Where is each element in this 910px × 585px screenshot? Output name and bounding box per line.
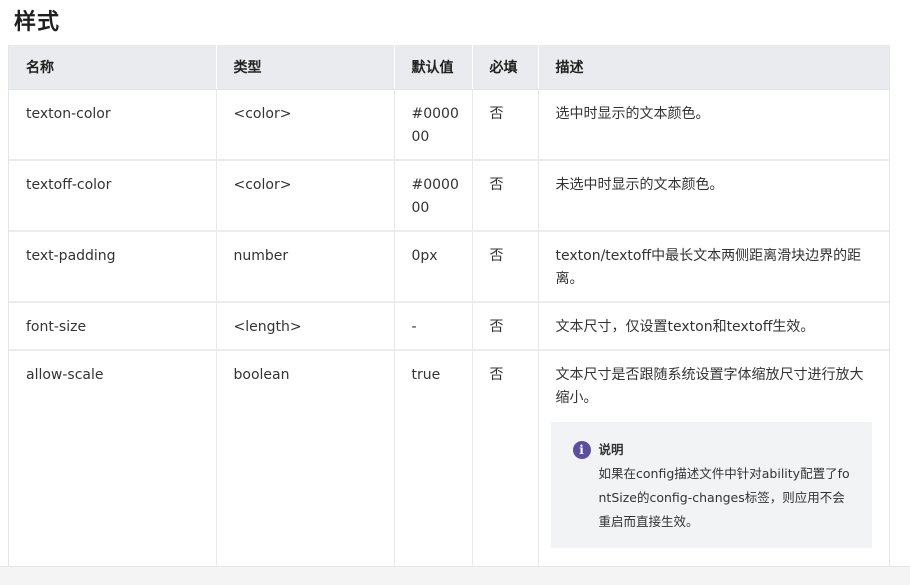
cell-description: 选中时显示的文本颜色。	[538, 89, 889, 161]
note-body: 如果在config描述文件中针对ability配置了fontSize的confi…	[598, 466, 850, 529]
header-type: 类型	[216, 45, 395, 90]
cell-description: 未选中时显示的文本颜色。	[538, 160, 889, 232]
header-description: 描述	[538, 45, 889, 90]
header-required: 必填	[472, 45, 539, 90]
doc-page: 样式 名称 类型 默认值 必填 描述 texton-color <color>	[0, 0, 910, 585]
note-box: i 说明 如果在config描述文件中针对ability配置了fontSize的…	[550, 422, 872, 548]
cell-required: 否	[472, 231, 539, 303]
cell-default: 0px	[394, 231, 473, 303]
cell-name: texton-color	[9, 89, 217, 161]
table-row: text-padding number 0px 否 texton/textoff…	[9, 231, 889, 303]
cell-name: font-size	[9, 302, 217, 351]
styles-table-container: 名称 类型 默认值 必填 描述 texton-color <color> #00…	[8, 45, 890, 575]
section-title: 样式	[14, 10, 61, 35]
bottom-edge	[0, 566, 910, 585]
cell-default: -	[394, 302, 473, 351]
info-icon: i	[572, 441, 591, 459]
cell-description: 文本尺寸，仅设置texton和textoff生效。	[538, 302, 889, 351]
cell-type: <color>	[216, 160, 395, 232]
styles-table: 名称 类型 默认值 必填 描述 texton-color <color> #00…	[9, 45, 889, 575]
note-header: i 说明	[572, 438, 856, 462]
cell-default: #000000	[394, 89, 473, 161]
cell-type: <length>	[216, 302, 395, 351]
cell-description: texton/textoff中最长文本两侧距离滑块边界的距离。	[538, 231, 889, 303]
header-name: 名称	[9, 45, 217, 90]
cell-type: number	[216, 231, 395, 303]
cell-name: textoff-color	[9, 160, 217, 232]
table-row: allow-scale boolean true 否 文本尺寸是否跟随系统设置字…	[9, 350, 889, 575]
table-row: font-size <length> - 否 文本尺寸，仅设置texton和te…	[9, 302, 889, 351]
cell-description: 文本尺寸是否跟随系统设置字体缩放尺寸进行放大缩小。 i 说明 如果在config…	[538, 350, 889, 575]
table-row: texton-color <color> #000000 否 选中时显示的文本颜…	[9, 89, 889, 161]
cell-required: 否	[472, 89, 539, 161]
cell-type: <color>	[216, 89, 395, 161]
table-header-row: 名称 类型 默认值 必填 描述	[9, 45, 889, 90]
cell-name: allow-scale	[9, 350, 217, 575]
cell-default: true	[394, 350, 473, 575]
cell-required: 否	[472, 350, 539, 575]
description-text: 文本尺寸是否跟随系统设置字体缩放尺寸进行放大缩小。	[555, 367, 864, 406]
note-title: 说明	[598, 442, 624, 457]
cell-required: 否	[472, 302, 539, 351]
cell-name: text-padding	[9, 231, 217, 303]
header-default: 默认值	[394, 45, 473, 90]
table-row: textoff-color <color> #000000 否 未选中时显示的文…	[9, 160, 889, 232]
cell-type: boolean	[216, 350, 395, 575]
cell-default: #000000	[394, 160, 473, 232]
cell-required: 否	[472, 160, 539, 232]
